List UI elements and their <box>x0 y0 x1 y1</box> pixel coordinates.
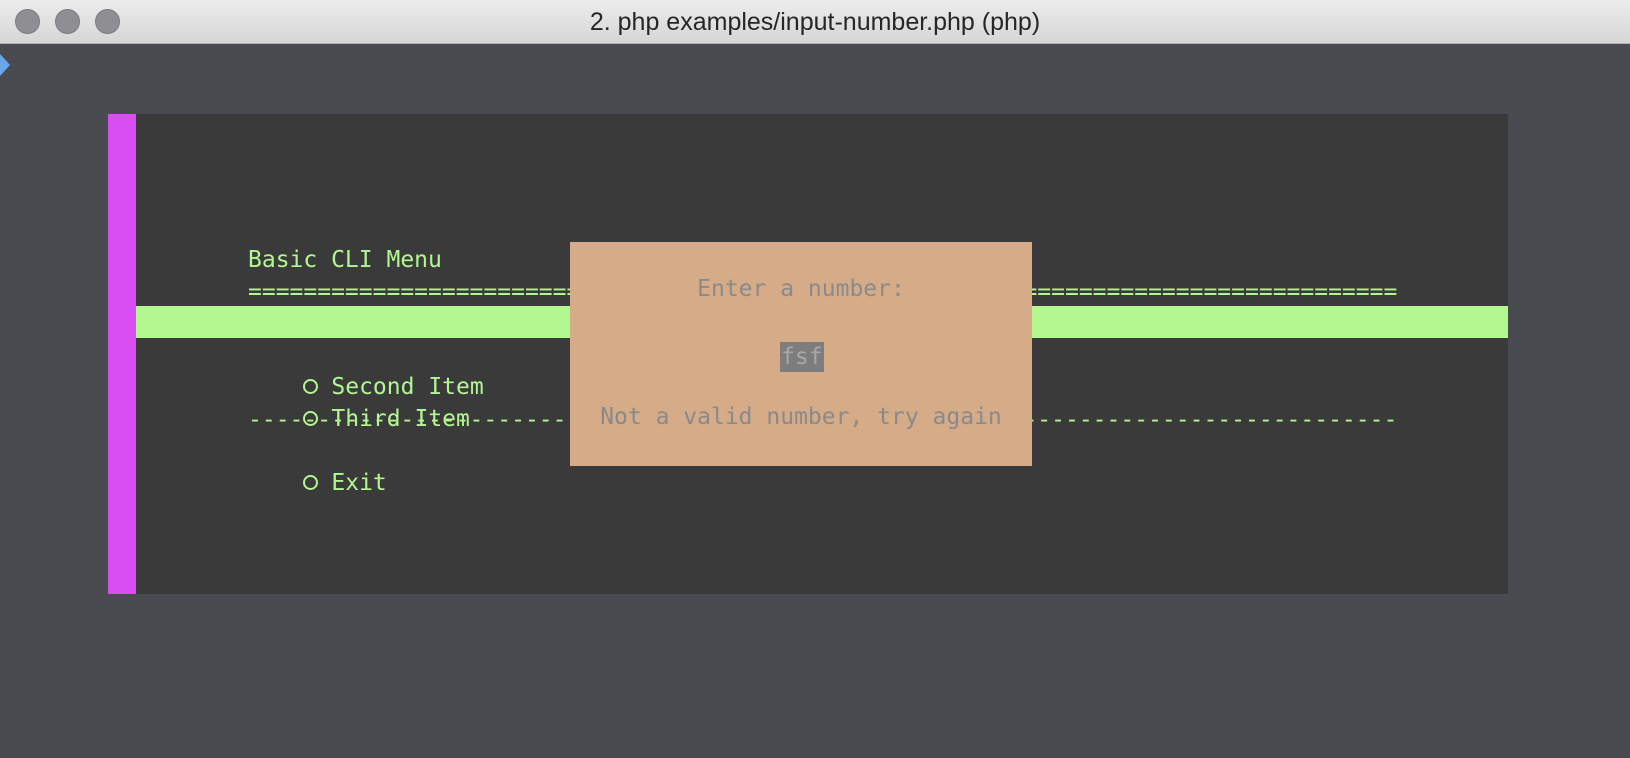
menu-item-third-item[interactable]: Third Item <box>248 371 470 432</box>
menu-item-second-item[interactable]: Second Item <box>248 339 484 400</box>
menu-item-enter-number[interactable]: Enter number <box>248 306 498 367</box>
window-title: 2. php examples/input-number.php (php) <box>589 8 1041 36</box>
menu-item-exit[interactable]: Exit <box>248 435 387 496</box>
terminal-window: 2. php examples/input-number.php (php) B… <box>0 0 1630 758</box>
dialog-error-message: Not a valid number, try again <box>600 404 1002 430</box>
tab-marker-icon <box>0 54 10 76</box>
radio-unselected-icon <box>303 474 319 490</box>
dialog-prompt: Enter a number: <box>697 276 905 302</box>
number-input-field[interactable]: fsf <box>780 342 824 372</box>
title-bar[interactable]: 2. php examples/input-number.php (php) <box>0 0 1630 44</box>
menu-accent-bar <box>108 114 136 594</box>
menu-title: Basic CLI Menu <box>248 247 442 273</box>
input-number-dialog: Enter a number: fsf Not a valid number, … <box>570 242 1032 466</box>
menu-item-label: Exit <box>331 470 387 496</box>
